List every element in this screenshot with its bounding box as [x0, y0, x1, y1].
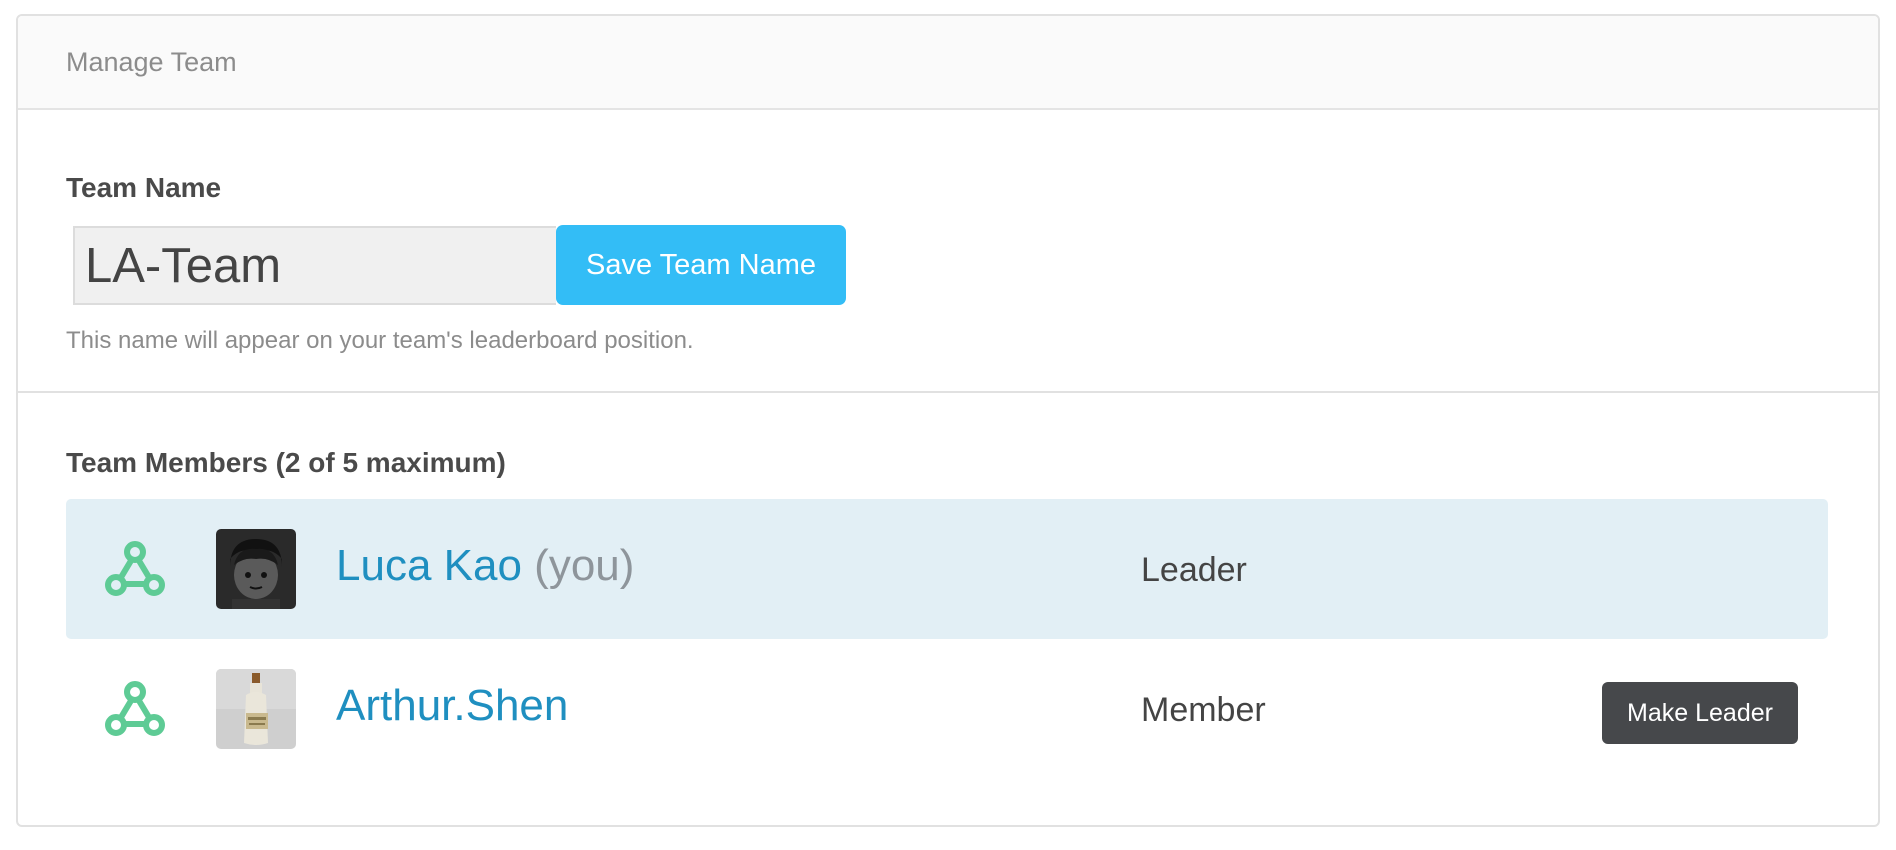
member-name[interactable]: Arthur.Shen [336, 681, 568, 730]
page-title: Manage Team [66, 46, 237, 77]
hub-network-icon [105, 681, 165, 736]
member-name-link[interactable]: Luca Kao (you) [336, 541, 634, 591]
team-name-section: Team Name Save Team Name This name will … [18, 110, 1878, 393]
save-team-name-button[interactable]: Save Team Name [556, 225, 846, 305]
team-name-input-group: Save Team Name [73, 225, 1830, 305]
member-row: Arthur.Shen Member Make Leader [66, 639, 1828, 779]
member-role: Member [1141, 691, 1266, 729]
avatar[interactable] [216, 529, 296, 609]
you-tag: (you) [534, 541, 635, 590]
member-row-current-user: Luca Kao (you) Leader [66, 499, 1828, 639]
team-name-input[interactable] [73, 226, 556, 305]
card-header: Manage Team [18, 16, 1878, 110]
team-members-section: Team Members (2 of 5 maximum) Luca Kao (… [18, 393, 1878, 779]
member-name-link[interactable]: Arthur.Shen [336, 681, 568, 731]
member-name[interactable]: Luca Kao [336, 541, 522, 590]
avatar[interactable] [216, 669, 296, 749]
team-name-help-text: This name will appear on your team's lea… [66, 327, 694, 354]
team-name-label: Team Name [66, 172, 222, 203]
team-members-title: Team Members (2 of 5 maximum) [66, 447, 506, 478]
make-leader-button[interactable]: Make Leader [1602, 682, 1798, 744]
member-role: Leader [1141, 551, 1247, 589]
manage-team-card: Manage Team Team Name Save Team Name Thi… [16, 14, 1880, 827]
hub-network-icon [105, 541, 165, 596]
